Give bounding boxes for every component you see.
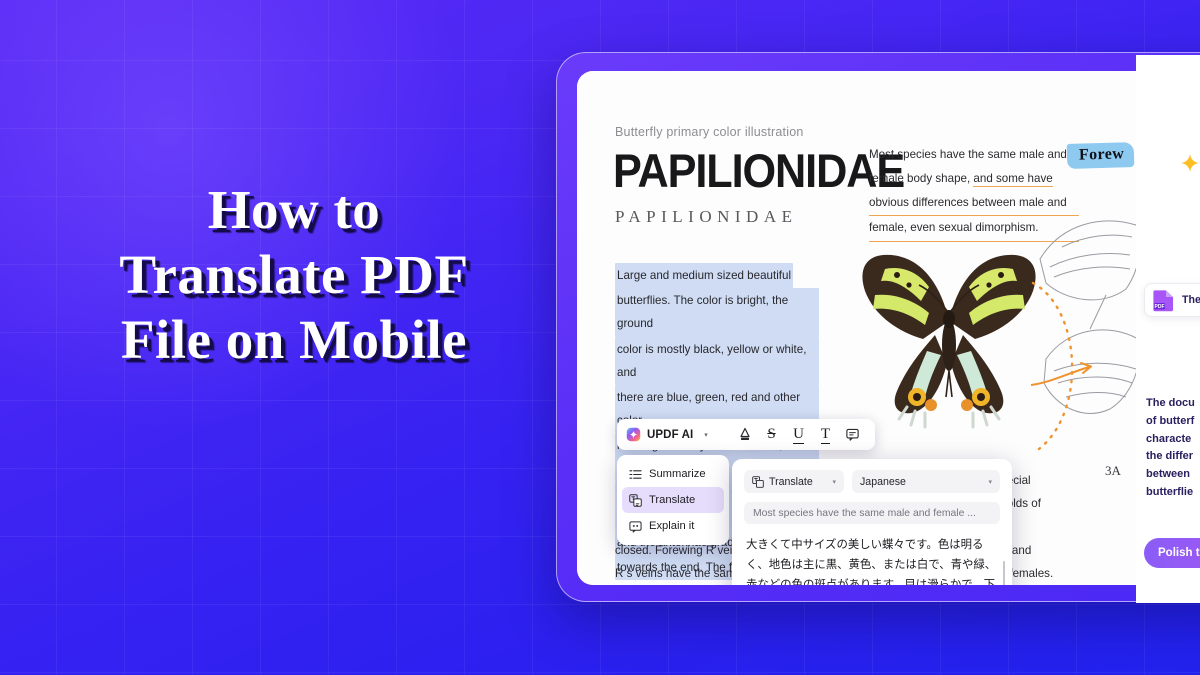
ai-assistant-sidebar[interactable]: PDF The The docu of butterf characte the… [1136,55,1200,603]
ai-summary-card: The docu of butterf characte the differ … [1146,395,1200,502]
device-frame: Butterfly primary color illustration PAP… [556,52,1200,602]
headline-line-2: Translate PDF [119,243,469,305]
forewing-callout: Forew [1066,142,1135,169]
comment-icon[interactable] [839,421,866,448]
menu-item-explain-it[interactable]: Explain it [622,513,724,539]
forewing-callout-text: Forew [1078,145,1125,164]
pdf-file-icon: PDF [1153,290,1173,312]
pdf-document-page[interactable]: Butterfly primary color illustration PAP… [577,71,1200,585]
headline-line-1: How to [207,179,381,240]
chevron-down-icon: ▾ [704,431,708,439]
explain-icon [629,520,642,533]
menu-item-summarize[interactable]: Summarize [622,461,724,487]
translate-icon [752,475,764,488]
translate-controls-row: Translate ▾ Japanese ▾ [732,459,1012,493]
updf-ai-logo-icon [626,427,641,442]
source-text-value: Most species have the same male and fema… [753,507,976,519]
sparkle-icon [1180,153,1200,178]
menu-item-label: Translate [649,494,696,506]
document-kicker: Butterfly primary color illustration [615,125,804,139]
translation-output: 大きくて中サイズの美しい蝶々です。色は明るく、地色は主に黒、黄色、または白で、青… [746,539,997,585]
headline-line-3: File on Mobile [120,308,468,370]
summary-line: of butterf [1146,414,1195,427]
page-headline: How to Translate PDF File on Mobile [44,178,544,373]
polish-button[interactable]: Polish th [1144,538,1200,568]
svg-text:PDF: PDF [1155,304,1165,310]
updf-ai-label: UPDF AI [647,428,694,441]
chevron-down-icon: ▾ [988,478,992,486]
updf-ai-brand-button[interactable]: UPDF AI ▾ [626,427,708,442]
orange-arrow-icon [1030,362,1092,386]
doc-line: Most species have the same male and [869,148,1067,161]
translate-panel[interactable]: Translate ▾ Japanese ▾ Most species have… [732,459,1012,585]
menu-item-translate[interactable]: Translate [622,487,724,513]
butterfly-illustration [862,254,1036,429]
menu-item-label: Explain it [649,520,695,532]
selected-line: Large and medium sized beautiful [615,263,794,289]
translate-mode-select[interactable]: Translate ▾ [744,470,844,493]
underline-icon[interactable]: U [785,421,812,448]
ai-actions-menu[interactable]: Summarize Translate Explain it [617,455,729,545]
summary-line: between [1146,468,1191,481]
list-icon [629,469,642,479]
translation-scrollbar[interactable] [1002,561,1005,585]
summary-line: butterflie [1146,486,1194,499]
polish-button-label: Polish th [1158,547,1200,559]
summary-line: the differ [1146,450,1194,463]
menu-item-label: Summarize [649,468,706,480]
translate-mode-label: Translate [769,475,813,488]
summary-line: characte [1146,432,1192,445]
strikethrough-icon[interactable]: S [758,421,785,448]
attached-file-name: The [1182,294,1200,306]
selected-line: butterflies. The color is bright, the gr… [615,288,819,337]
selected-line: color is mostly black, yellow or white, … [615,336,819,385]
summary-line: The docu [1146,397,1195,409]
attached-file-chip[interactable]: PDF The [1144,283,1200,317]
highlighter-icon[interactable] [731,421,758,448]
chevron-down-icon: ▾ [832,478,836,486]
updf-ai-toolbar[interactable]: UPDF AI ▾ S U T [617,419,875,450]
target-language-select[interactable]: Japanese ▾ [852,470,1000,493]
document-subtitle: PAPILIONIDAE [615,207,798,226]
source-text-field[interactable]: Most species have the same male and fema… [744,502,1000,524]
document-title: PAPILIONIDAE [613,144,905,197]
doc-line: female body shape, and some have [869,171,1053,187]
app-screen: Butterfly primary color illustration PAP… [577,71,1200,585]
wing-vein-label: 3A [1105,463,1121,478]
target-language-label: Japanese [860,475,906,488]
squiggly-underline-icon[interactable]: T [812,421,839,448]
translate-icon [629,493,642,507]
